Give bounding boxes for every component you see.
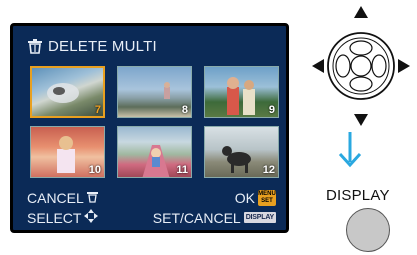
thumbnail-number: 9 [268, 104, 275, 116]
thumbnail-number: 11 [176, 164, 188, 176]
select-hint: SELECT [27, 209, 99, 226]
down-arrow-icon [354, 114, 368, 126]
hint-row-top: CANCEL OK MENU SET [27, 190, 276, 206]
hint-row-bottom: SELECT SET/CANCEL DISPLAY [27, 209, 276, 226]
cross-key-icon [84, 209, 99, 226]
thumbnail-8[interactable]: 8 [117, 66, 192, 118]
trash-icon [27, 39, 43, 54]
left-arrow-icon [312, 59, 324, 73]
right-arrow-icon [398, 59, 410, 73]
thumbnail-number: 10 [88, 164, 101, 176]
display-button-label: DISPLAY [326, 187, 390, 204]
thumbnail-9[interactable]: 9 [204, 66, 279, 118]
set-cancel-label: SET/CANCEL [152, 209, 241, 226]
thumbnail-number: 7 [94, 104, 101, 116]
thumbnail-number: 8 [181, 104, 188, 116]
thumbnail-grid: 7 8 9 10 11 12 [30, 66, 279, 178]
screen-title: DELETE MULTI [27, 38, 157, 55]
thumbnail-11[interactable]: 11 [117, 126, 192, 178]
select-label: SELECT [27, 209, 82, 226]
ok-label: OK [234, 190, 255, 206]
thumbnail-7[interactable]: 7 [30, 66, 105, 118]
display-button[interactable] [346, 208, 390, 252]
thumbnail-10[interactable]: 10 [30, 126, 105, 178]
cancel-label: CANCEL [27, 190, 84, 206]
menu-set-button-icon: MENU SET [258, 190, 276, 206]
menu-set-bottom-text: SET [261, 198, 273, 204]
camera-lcd-screen: DELETE MULTI 7 8 9 10 11 12 CANCEL OK ME… [10, 23, 289, 233]
cancel-hint: CANCEL [27, 190, 98, 206]
set-cancel-hint: SET/CANCEL DISPLAY [153, 210, 276, 226]
up-arrow-icon [354, 6, 368, 18]
thumbnail-number: 12 [262, 164, 275, 176]
cross-key-pad[interactable] [310, 4, 412, 128]
trash-icon [86, 190, 98, 206]
title-text: DELETE MULTI [48, 38, 157, 55]
down-arrow-icon [337, 132, 363, 181]
menu-set-top-text: MENU [258, 191, 276, 197]
display-badge: DISPLAY [243, 212, 276, 223]
thumbnail-12[interactable]: 12 [204, 126, 279, 178]
ok-hint: OK MENU SET [235, 190, 276, 206]
